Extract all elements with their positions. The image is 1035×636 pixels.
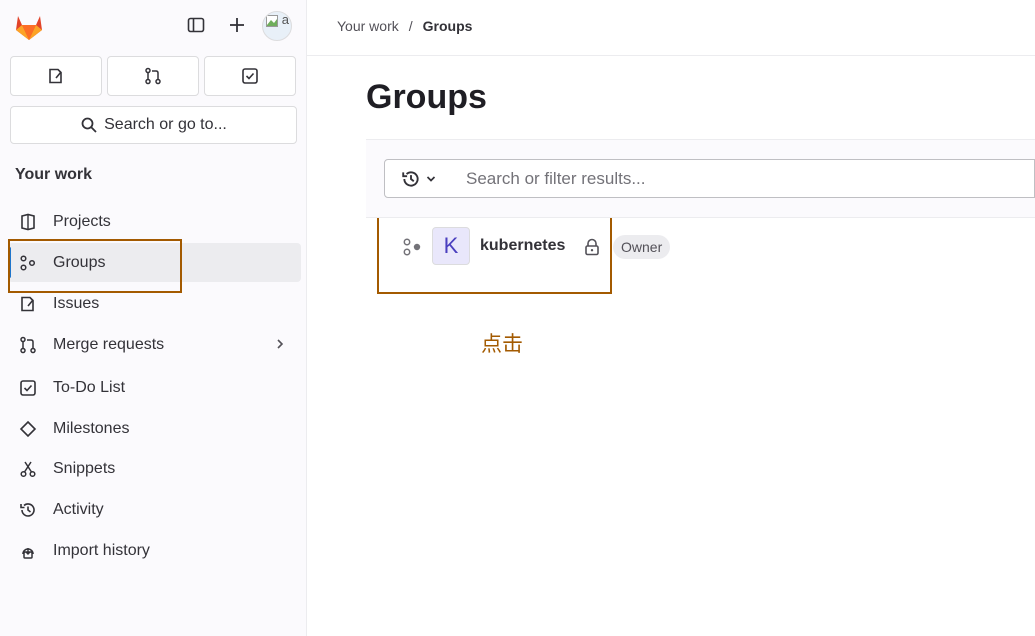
role-badge: Owner — [613, 235, 671, 259]
sidebar-item-issues[interactable]: Issues — [8, 284, 301, 323]
history-icon — [18, 500, 38, 520]
sidebar-item-label: Issues — [53, 294, 100, 312]
section-title: Your work — [15, 166, 93, 183]
filter-placeholder: Search or filter results... — [466, 168, 646, 188]
header-divider — [307, 55, 1035, 56]
sidebar-item-import-history[interactable]: Import history — [8, 531, 301, 570]
lock-icon — [585, 238, 599, 256]
todo-button[interactable] — [204, 56, 296, 96]
broken-image-icon — [266, 15, 278, 27]
history-icon — [402, 170, 419, 187]
sidebar-item-projects[interactable]: Projects — [8, 202, 301, 241]
table-row[interactable] — [378, 218, 1035, 274]
sidebar-item-label: Milestones — [53, 419, 130, 437]
todo-icon — [18, 378, 38, 398]
sidebar-item-groups[interactable]: Groups — [8, 243, 301, 282]
sidebar-item-merge-requests[interactable]: Merge requests — [8, 325, 301, 364]
sidebar-item-label: Import history — [53, 541, 150, 559]
sidebar-item-activity[interactable]: Activity — [8, 490, 301, 529]
merge-requests-button[interactable] — [107, 56, 199, 96]
breadcrumb-separator: / — [408, 18, 413, 34]
chevron-down-icon — [426, 175, 436, 182]
merge-request-icon — [145, 67, 161, 85]
group-avatar[interactable]: K — [432, 227, 470, 265]
gitlab-logo-icon[interactable] — [12, 10, 46, 42]
merge-request-icon — [18, 335, 38, 355]
issues-icon — [18, 294, 38, 314]
assigned-issues-button[interactable] — [10, 56, 102, 96]
recent-searches-button[interactable] — [384, 159, 454, 198]
avatar-alt-text: a — [281, 12, 289, 27]
search-button[interactable]: Search or go to... — [10, 106, 297, 144]
create-new-icon[interactable] — [224, 12, 250, 38]
search-icon — [81, 117, 97, 133]
snippet-scissors-icon — [18, 459, 38, 479]
sidebar-item-todo-list[interactable]: To-Do List — [8, 368, 301, 407]
import-icon — [18, 541, 38, 561]
milestone-icon — [18, 419, 38, 439]
sidebar-item-label: Merge requests — [53, 335, 165, 353]
sidebar-item-snippets[interactable]: Snippets — [8, 449, 301, 488]
sidebar-item-milestones[interactable]: Milestones — [8, 409, 301, 448]
issues-icon — [49, 68, 62, 84]
todo-icon — [242, 68, 258, 84]
subgroup-icon — [403, 238, 421, 256]
chevron-right-icon[interactable] — [271, 335, 289, 353]
sidebar-item-label: Projects — [53, 212, 111, 230]
breadcrumb-parent-link[interactable]: Your work — [337, 18, 399, 34]
project-icon — [18, 212, 38, 232]
sidebar-item-label: Groups — [53, 253, 106, 271]
search-label: Search or go to... — [104, 116, 227, 133]
breadcrumb: Your work / Groups — [337, 18, 472, 34]
annotation-label: 点击 — [481, 332, 523, 356]
user-avatar[interactable]: a — [262, 11, 292, 41]
sidebar-toggle-icon[interactable] — [183, 12, 209, 38]
group-name-link[interactable]: kubernetes — [480, 237, 565, 255]
group-icon — [18, 253, 38, 273]
filter-search-input[interactable]: Search or filter results... — [453, 159, 1035, 198]
sidebar-item-label: Snippets — [53, 459, 116, 477]
breadcrumb-current[interactable]: Groups — [423, 18, 473, 34]
sidebar-item-label: Activity — [53, 500, 104, 518]
sidebar-item-label: To-Do List — [53, 378, 126, 396]
sidebar: a Search or go to... Your work Projects … — [0, 0, 307, 636]
page-title: Groups — [366, 78, 487, 116]
